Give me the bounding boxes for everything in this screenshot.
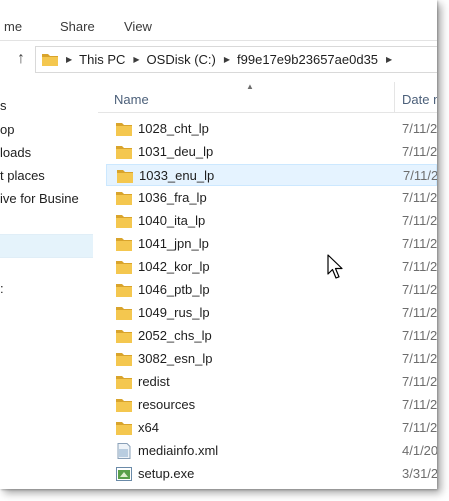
file-name: 1031_deu_lp <box>138 144 214 159</box>
file-name: 1033_enu_lp <box>139 168 215 183</box>
folder-icon <box>117 170 133 183</box>
file-explorer-window: me Share View ↑ ▶ This PC ▶ OSDisk (C:) … <box>0 0 437 489</box>
folder-icon <box>116 376 132 389</box>
xml-file-icon <box>117 443 131 459</box>
folder-icon <box>116 307 132 320</box>
breadcrumb-current-folder[interactable]: f99e17e9b23657ae0d35 <box>237 52 378 67</box>
file-name: 1049_rus_lp <box>138 305 210 320</box>
file-date-modified: 4/1/20 <box>402 443 437 458</box>
table-row[interactable]: 1049_rus_lp 7/11/2 <box>106 302 437 324</box>
file-date-modified: 7/11/2 <box>402 305 437 320</box>
file-name: redist <box>138 374 170 389</box>
sort-ascending-icon: ▲ <box>246 82 254 91</box>
table-row[interactable]: 2052_chs_lp 7/11/2 <box>106 325 437 347</box>
table-row[interactable]: mediainfo.xml 4/1/20 <box>106 440 437 462</box>
file-date-modified: 7/11/2 <box>402 351 437 366</box>
table-row[interactable]: 1036_fra_lp 7/11/2 <box>106 187 437 209</box>
file-date-modified: 7/11/2 <box>402 374 437 389</box>
folder-icon <box>116 422 132 435</box>
mouse-cursor-icon <box>327 254 343 279</box>
tab-home[interactable]: me <box>4 19 22 34</box>
table-row[interactable]: x64 7/11/2 <box>106 417 437 439</box>
table-row[interactable]: 1046_ptb_lp 7/11/2 <box>106 279 437 301</box>
chevron-right-icon[interactable]: ▶ <box>224 55 230 64</box>
file-date-modified: 7/11/2 <box>402 397 437 412</box>
column-header-row: ▲ Name Date m <box>98 82 437 113</box>
file-date-modified: 3/31/2 <box>402 466 437 481</box>
file-name: 1041_jpn_lp <box>138 236 209 251</box>
file-date-modified: 7/11/2 <box>402 144 437 159</box>
file-name: mediainfo.xml <box>138 443 219 458</box>
file-name: 2052_chs_lp <box>138 328 212 343</box>
column-header-date-modified[interactable]: Date m <box>402 92 437 107</box>
folder-icon <box>42 54 58 66</box>
table-row[interactable]: 1028_cht_lp 7/11/2 <box>106 118 437 140</box>
file-date-modified: 7/11/2 <box>402 213 437 228</box>
breadcrumb-this-pc[interactable]: This PC <box>79 52 125 67</box>
file-name: 1042_kor_lp <box>138 259 210 274</box>
table-row[interactable]: 1031_deu_lp 7/11/2 <box>106 141 437 163</box>
file-name: x64 <box>138 420 159 435</box>
table-row[interactable]: setup.exe 3/31/2 <box>106 463 437 485</box>
tab-view[interactable]: View <box>124 19 152 34</box>
nav-item-recent-places[interactable]: t places <box>0 168 45 183</box>
file-name: 1046_ptb_lp <box>138 282 210 297</box>
nav-item-favorites[interactable]: s <box>0 98 7 113</box>
tab-share[interactable]: Share <box>60 19 95 34</box>
folder-icon <box>116 215 132 228</box>
folder-icon <box>116 261 132 274</box>
file-name: resources <box>138 397 196 412</box>
column-divider[interactable] <box>394 82 395 112</box>
table-row[interactable]: redist 7/11/2 <box>106 371 437 393</box>
table-row[interactable]: 1042_kor_lp 7/11/2 <box>106 256 437 278</box>
table-row[interactable]: 1033_enu_lp 7/11/2 <box>106 164 437 186</box>
folder-icon <box>116 399 132 412</box>
file-name: 1036_fra_lp <box>138 190 207 205</box>
address-bar[interactable]: ▶ This PC ▶ OSDisk (C:) ▶ f99e17e9b23657… <box>35 46 437 73</box>
folder-icon <box>116 353 132 366</box>
file-date-modified: 7/11/2 <box>402 236 437 251</box>
file-date-modified: 7/11/2 <box>402 282 437 297</box>
address-row: ↑ ▶ This PC ▶ OSDisk (C:) ▶ f99e17e9b236… <box>0 41 437 77</box>
nav-item-collapsed[interactable]: : <box>0 281 4 296</box>
file-date-modified: 7/11/2 <box>402 121 437 136</box>
table-row[interactable]: 3082_esn_lp 7/11/2 <box>106 348 437 370</box>
file-date-modified: 7/11/2 <box>402 420 437 435</box>
file-date-modified: 7/11/2 <box>402 259 437 274</box>
file-date-modified: 7/11/2 <box>402 190 437 205</box>
chevron-right-icon[interactable]: ▶ <box>133 55 139 64</box>
setup-exe-icon <box>116 467 132 481</box>
file-date-modified: 7/11/2 <box>403 168 437 183</box>
breadcrumb-osdisk[interactable]: OSDisk (C:) <box>147 52 216 67</box>
nav-item-selected[interactable] <box>0 234 93 258</box>
nav-item-desktop[interactable]: op <box>0 122 14 137</box>
folder-icon <box>116 284 132 297</box>
file-date-modified: 7/11/2 <box>402 328 437 343</box>
file-list: ▲ Name Date m 1028_cht_lp7/11/21031_deu_… <box>98 82 437 489</box>
ribbon: me Share View <box>0 0 437 41</box>
file-name: setup.exe <box>138 466 195 481</box>
file-name: 1028_cht_lp <box>138 121 209 136</box>
column-header-name[interactable]: Name <box>114 92 149 107</box>
table-row[interactable]: 1040_ita_lp 7/11/2 <box>106 210 437 232</box>
navigation-pane: s op loads t places ive for Busine : <box>0 82 93 489</box>
folder-icon <box>116 330 132 343</box>
folder-icon <box>116 123 132 136</box>
table-row[interactable]: 1041_jpn_lp 7/11/2 <box>106 233 437 255</box>
up-arrow-icon[interactable]: ↑ <box>12 49 30 69</box>
chevron-right-icon[interactable]: ▶ <box>66 55 72 64</box>
file-name: 3082_esn_lp <box>138 351 213 366</box>
folder-icon <box>116 238 132 251</box>
nav-item-onedrive-business[interactable]: ive for Busine <box>0 191 79 206</box>
nav-item-downloads[interactable]: loads <box>0 145 31 160</box>
table-row[interactable]: resources 7/11/2 <box>106 394 437 416</box>
file-name: 1040_ita_lp <box>138 213 206 228</box>
chevron-right-icon[interactable]: ▶ <box>386 55 392 64</box>
folder-icon <box>116 146 132 159</box>
folder-icon <box>116 192 132 205</box>
